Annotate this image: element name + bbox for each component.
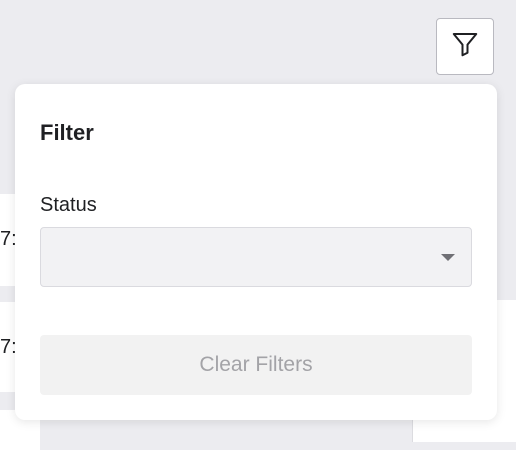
clear-filters-button[interactable]: Clear Filters — [40, 335, 472, 395]
status-select[interactable] — [40, 227, 472, 287]
filter-toggle-button[interactable] — [436, 18, 494, 75]
status-label: Status — [40, 194, 97, 216]
funnel-icon — [450, 29, 480, 64]
filter-popover: Filter Status Clear Filters — [15, 84, 497, 420]
popover-title: Filter — [40, 120, 94, 145]
caret-down-icon — [441, 254, 455, 261]
